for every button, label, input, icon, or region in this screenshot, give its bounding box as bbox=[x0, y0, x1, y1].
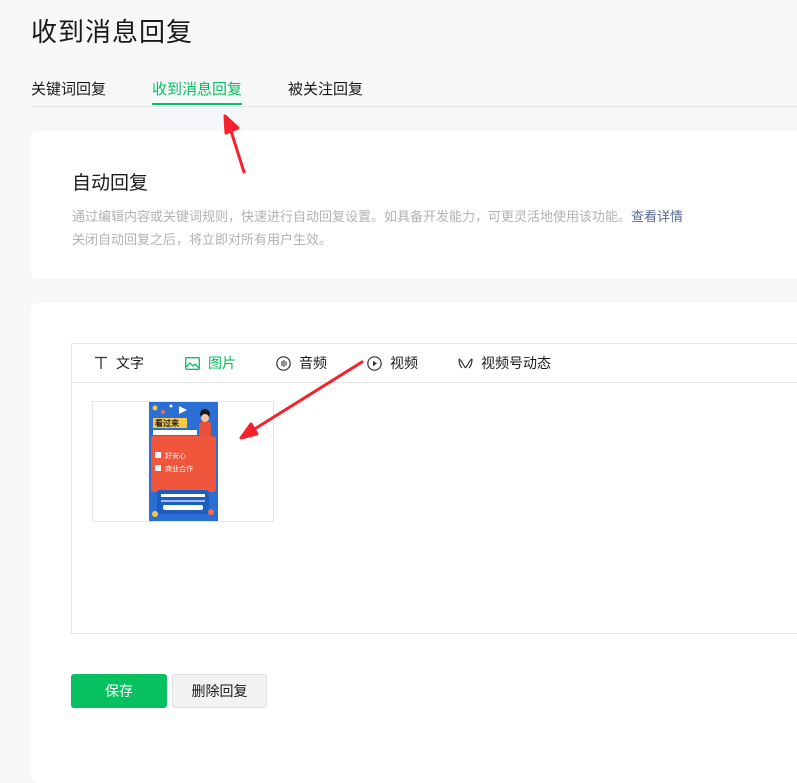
tool-image[interactable]: 图片 bbox=[185, 344, 236, 382]
delete-reply-button[interactable]: 删除回复 bbox=[172, 674, 267, 708]
reply-editor-card: 文字 图片 音频 视频 视频号动态 看过来 好安心 商业合作 保存 删除回复 bbox=[31, 303, 797, 783]
video-icon bbox=[367, 355, 382, 371]
page-title: 收到消息回复 bbox=[31, 18, 194, 48]
tool-video[interactable]: 视频 bbox=[367, 344, 418, 382]
reply-editor: 文字 图片 音频 视频 视频号动态 看过来 好安心 商业合作 bbox=[71, 343, 797, 634]
image-preview[interactable]: 看过来 好安心 商业合作 bbox=[92, 401, 274, 522]
channels-icon bbox=[458, 357, 473, 368]
intro-card: 自动回复 通过编辑内容或关键词规则，快速进行自动回复设置。如具备开发能力，可更灵… bbox=[31, 131, 797, 279]
poster-item-2: 商业合作 bbox=[165, 464, 193, 473]
text-icon bbox=[95, 356, 107, 369]
audio-icon bbox=[276, 355, 291, 371]
intro-description-text: 通过编辑内容或关键词规则，快速进行自动回复设置。如具备开发能力，可更灵活地使用该… bbox=[72, 210, 632, 225]
view-details-link[interactable]: 查看详情 bbox=[631, 210, 683, 225]
image-icon bbox=[185, 356, 200, 370]
tab-message-reply[interactable]: 收到消息回复 bbox=[152, 78, 243, 105]
tool-text[interactable]: 文字 bbox=[94, 344, 144, 382]
intro-note: 关闭自动回复之后，将立即对所有用户生效。 bbox=[72, 233, 333, 248]
intro-description: 通过编辑内容或关键词规则，快速进行自动回复设置。如具备开发能力，可更灵活地使用该… bbox=[72, 206, 683, 225]
tool-video-label: 视频 bbox=[390, 356, 418, 372]
tool-audio-label: 音频 bbox=[299, 356, 327, 372]
tab-follow-reply[interactable]: 被关注回复 bbox=[288, 78, 363, 105]
tool-audio[interactable]: 音频 bbox=[276, 344, 327, 382]
save-button[interactable]: 保存 bbox=[71, 674, 167, 708]
content-type-toolbar: 文字 图片 音频 视频 视频号动态 bbox=[72, 344, 797, 383]
tool-text-label: 文字 bbox=[116, 356, 144, 372]
section-heading: 自动回复 bbox=[72, 172, 149, 194]
tool-channels[interactable]: 视频号动态 bbox=[458, 344, 551, 382]
tab-keyword-reply[interactable]: 关键词回复 bbox=[31, 78, 106, 105]
poster-headline: 看过来 bbox=[154, 418, 180, 428]
poster-art: 看过来 好安心 商业合作 bbox=[149, 402, 218, 521]
poster-thumbnail: 看过来 好安心 商业合作 bbox=[149, 402, 218, 521]
tab-bar: 关键词回复 收到消息回复 被关注回复 bbox=[31, 78, 797, 107]
poster-item-1: 好安心 bbox=[165, 451, 186, 460]
tool-image-label: 图片 bbox=[208, 356, 236, 372]
tool-channels-label: 视频号动态 bbox=[481, 356, 551, 372]
